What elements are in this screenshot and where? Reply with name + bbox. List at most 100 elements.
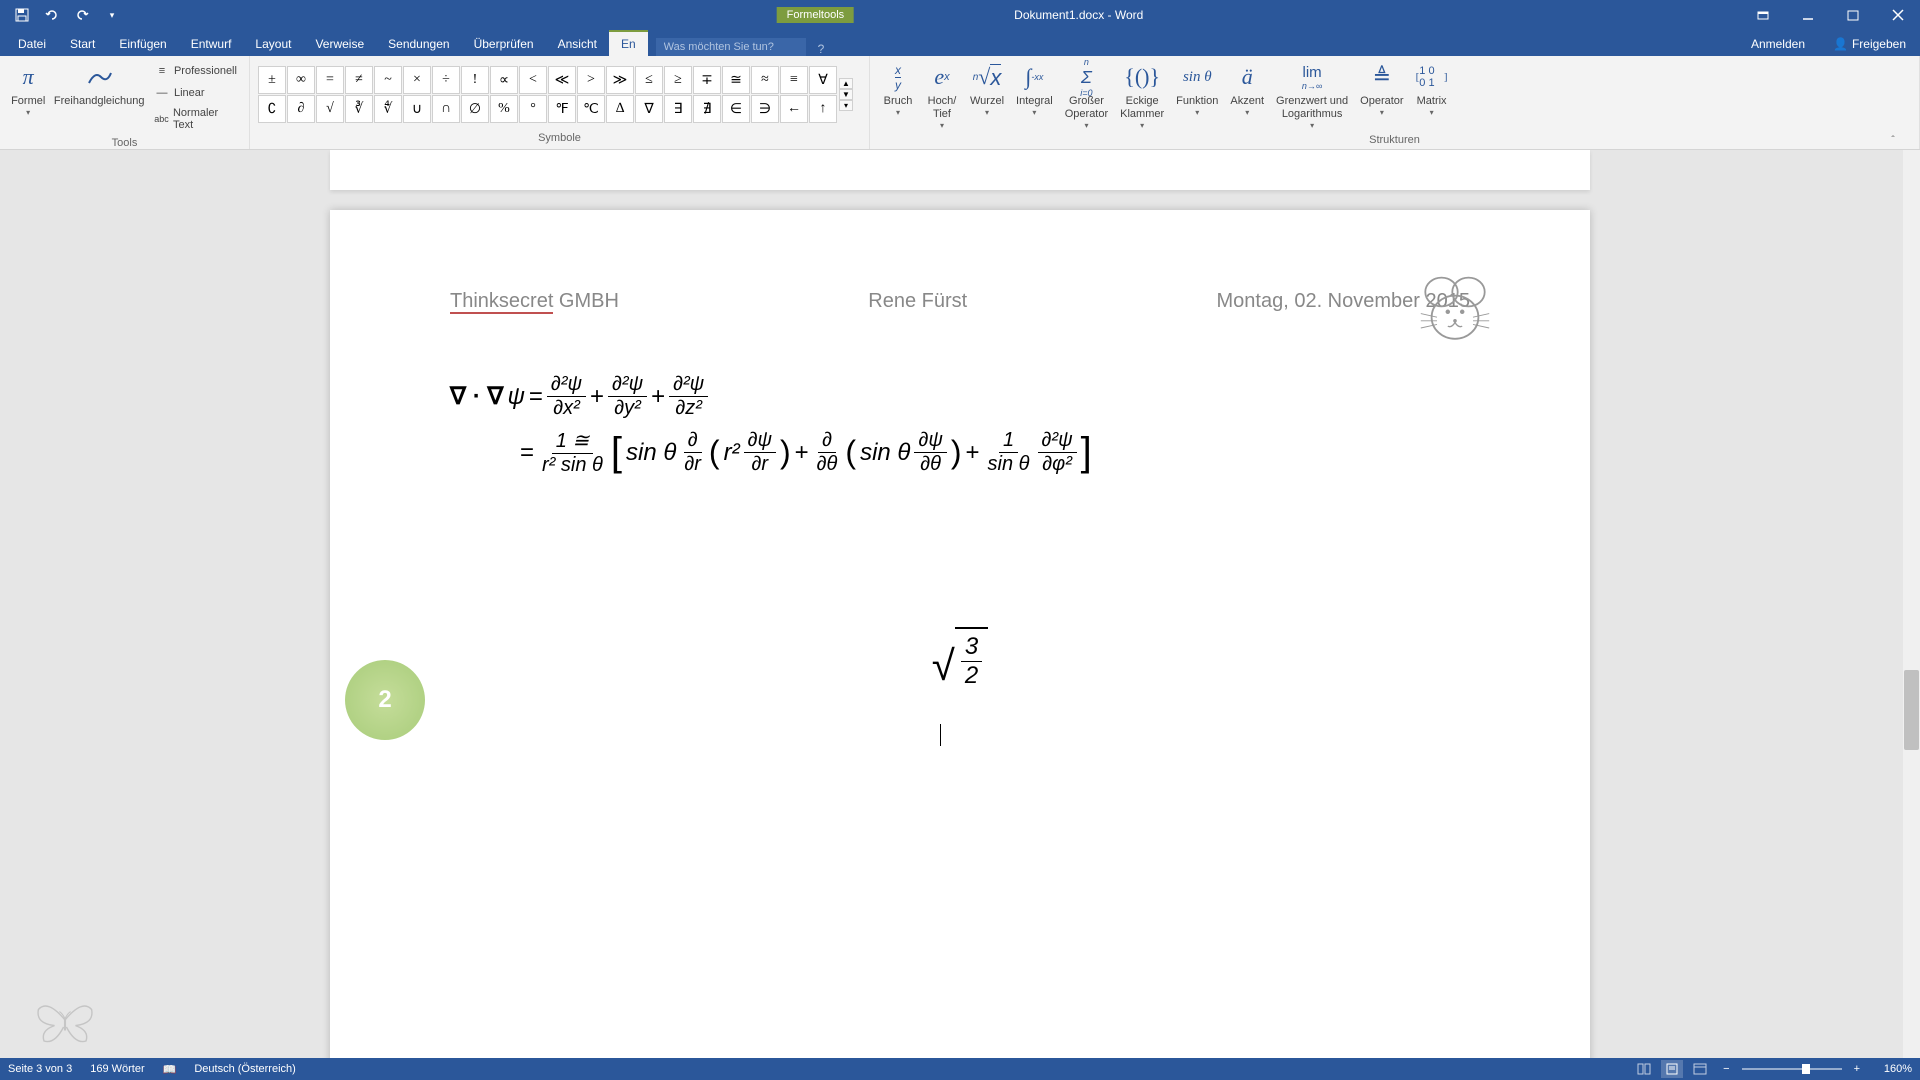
symbol-scroll-up[interactable]: ▲ bbox=[839, 78, 853, 89]
symbol-cell[interactable]: ≫ bbox=[606, 66, 634, 94]
symbol-cell[interactable]: × bbox=[403, 66, 431, 94]
symbol-cell[interactable]: ∃ bbox=[664, 95, 692, 123]
zoom-out-button[interactable]: − bbox=[1717, 1063, 1735, 1075]
grenzwert-button[interactable]: limn→∞Grenzwert und Logarithmus▾ bbox=[1270, 59, 1354, 132]
symbol-cell[interactable]: ∄ bbox=[693, 95, 721, 123]
tab-entwurf[interactable]: Entwurf bbox=[179, 32, 244, 56]
qat-customize[interactable]: ▾ bbox=[98, 3, 126, 27]
symbol-cell[interactable]: ∜ bbox=[374, 95, 402, 123]
tab-layout[interactable]: Layout bbox=[243, 32, 303, 56]
symbol-cell[interactable]: ↑ bbox=[809, 95, 837, 123]
klammer-button[interactable]: {()}Eckige Klammer▾ bbox=[1114, 59, 1170, 132]
symbol-cell[interactable]: ∛ bbox=[345, 95, 373, 123]
minimize-button[interactable] bbox=[1785, 0, 1830, 30]
share-button[interactable]: 👤 Freigeben bbox=[1819, 32, 1920, 56]
symbol-cell[interactable]: ∇ bbox=[635, 95, 663, 123]
zoom-slider[interactable] bbox=[1742, 1068, 1842, 1070]
tab-sendungen[interactable]: Sendungen bbox=[376, 32, 461, 56]
page-indicator[interactable]: Seite 3 von 3 bbox=[8, 1063, 72, 1075]
linear-button[interactable]: —Linear bbox=[150, 83, 241, 103]
funktion-button[interactable]: sin θFunktion▾ bbox=[1170, 59, 1224, 119]
symbol-cell[interactable]: ! bbox=[461, 66, 489, 94]
symbol-cell[interactable]: ∩ bbox=[432, 95, 460, 123]
operator-button[interactable]: ≜Operator▾ bbox=[1354, 59, 1409, 119]
proofing-icon[interactable]: 📖 bbox=[163, 1063, 177, 1076]
scrollbar-thumb[interactable] bbox=[1904, 670, 1919, 750]
redo-button[interactable] bbox=[68, 3, 96, 27]
symbol-cell[interactable]: ∅ bbox=[461, 95, 489, 123]
tab-verweise[interactable]: Verweise bbox=[303, 32, 376, 56]
symbol-cell[interactable]: ≪ bbox=[548, 66, 576, 94]
symbol-cell[interactable]: ∋ bbox=[751, 95, 779, 123]
symbol-cell[interactable]: ∀ bbox=[809, 66, 837, 94]
symbol-cell[interactable]: ≅ bbox=[722, 66, 750, 94]
gross-operator-button[interactable]: nΣi=0Großer Operator▾ bbox=[1059, 59, 1114, 132]
tab-uberprufen[interactable]: Überprüfen bbox=[462, 32, 546, 56]
sqrt-equation[interactable]: √ 3 2 bbox=[450, 507, 1470, 748]
maximize-button[interactable] bbox=[1830, 0, 1875, 30]
word-count[interactable]: 169 Wörter bbox=[90, 1063, 144, 1075]
tell-me-input[interactable] bbox=[656, 38, 806, 56]
tab-start[interactable]: Start bbox=[58, 32, 107, 56]
zoom-in-button[interactable]: + bbox=[1848, 1063, 1866, 1075]
symbol-cell[interactable]: ← bbox=[780, 95, 808, 123]
symbol-scroll-down[interactable]: ▼ bbox=[839, 89, 853, 100]
akzent-button[interactable]: äAkzent▾ bbox=[1224, 59, 1270, 119]
read-mode-button[interactable] bbox=[1633, 1060, 1655, 1078]
tell-me-search[interactable] bbox=[656, 38, 806, 56]
close-button[interactable] bbox=[1875, 0, 1920, 30]
normaler-text-button[interactable]: abcNormaler Text bbox=[150, 105, 241, 133]
print-layout-button[interactable] bbox=[1661, 1060, 1683, 1078]
symbol-cell[interactable]: ≈ bbox=[751, 66, 779, 94]
collapse-ribbon-button[interactable]: ˆ bbox=[1884, 132, 1902, 148]
page[interactable]: Thinksecret GMBH Rene Fürst Montag, 02. … bbox=[330, 210, 1590, 1058]
symbol-cell[interactable]: ~ bbox=[374, 66, 402, 94]
laplacian-equation[interactable]: ∇ · ∇ψ = ∂²ψ∂x² + ∂²ψ∂y² + ∂²ψ∂z² = 1 ≅r… bbox=[450, 373, 1470, 477]
formel-button[interactable]: π Formel ▾ bbox=[6, 59, 50, 119]
symbol-cell[interactable]: ℃ bbox=[577, 95, 605, 123]
symbol-cell[interactable]: ∁ bbox=[258, 95, 286, 123]
symbol-cell[interactable]: ≥ bbox=[664, 66, 692, 94]
symbol-cell[interactable]: ≠ bbox=[345, 66, 373, 94]
save-button[interactable] bbox=[8, 3, 36, 27]
matrix-button[interactable]: [1 0 0 1]Matrix▾ bbox=[1410, 59, 1454, 119]
zoom-slider-thumb[interactable] bbox=[1802, 1064, 1810, 1074]
integral-button[interactable]: ∫-xxIntegral▾ bbox=[1010, 59, 1059, 119]
document-area[interactable]: Thinksecret GMBH Rene Fürst Montag, 02. … bbox=[0, 150, 1920, 1058]
freihand-button[interactable]: Freihandgleichung bbox=[50, 59, 148, 110]
wurzel-button[interactable]: n√xWurzel▾ bbox=[964, 59, 1010, 119]
symbol-cell[interactable]: ∝ bbox=[490, 66, 518, 94]
bruch-button[interactable]: xyBruch▾ bbox=[876, 59, 920, 119]
ribbon-display-options[interactable] bbox=[1740, 0, 1785, 30]
symbol-cell[interactable]: ≡ bbox=[780, 66, 808, 94]
undo-button[interactable] bbox=[38, 3, 66, 27]
symbol-cell[interactable]: ∓ bbox=[693, 66, 721, 94]
professionell-button[interactable]: ≡Professionell bbox=[150, 61, 241, 81]
symbol-cell[interactable]: ∪ bbox=[403, 95, 431, 123]
symbol-cell[interactable]: ± bbox=[258, 66, 286, 94]
hoch-tief-button[interactable]: exHoch/ Tief▾ bbox=[920, 59, 964, 132]
tab-datei[interactable]: Datei bbox=[6, 32, 58, 56]
web-layout-button[interactable] bbox=[1689, 1060, 1711, 1078]
symbol-cell[interactable]: ℉ bbox=[548, 95, 576, 123]
tab-formel-entwurf[interactable]: En bbox=[609, 30, 648, 56]
symbol-cell[interactable]: √ bbox=[316, 95, 344, 123]
vertical-scrollbar[interactable] bbox=[1903, 150, 1920, 1058]
sign-in-button[interactable]: Anmelden bbox=[1737, 32, 1819, 56]
tab-einfugen[interactable]: Einfügen bbox=[107, 32, 178, 56]
symbol-cell[interactable]: ∂ bbox=[287, 95, 315, 123]
symbol-cell[interactable]: ∆ bbox=[606, 95, 634, 123]
symbol-cell[interactable]: ≤ bbox=[635, 66, 663, 94]
symbol-cell[interactable]: % bbox=[490, 95, 518, 123]
symbol-cell[interactable]: ∞ bbox=[287, 66, 315, 94]
symbol-cell[interactable]: > bbox=[577, 66, 605, 94]
symbol-cell[interactable]: ÷ bbox=[432, 66, 460, 94]
symbol-cell[interactable]: ° bbox=[519, 95, 547, 123]
symbol-more[interactable]: ▾ bbox=[839, 100, 853, 111]
help-icon[interactable]: ? bbox=[818, 42, 825, 56]
symbol-cell[interactable]: = bbox=[316, 66, 344, 94]
tab-ansicht[interactable]: Ansicht bbox=[546, 32, 609, 56]
symbol-cell[interactable]: < bbox=[519, 66, 547, 94]
symbol-cell[interactable]: ∈ bbox=[722, 95, 750, 123]
zoom-level[interactable]: 160% bbox=[1872, 1063, 1912, 1075]
